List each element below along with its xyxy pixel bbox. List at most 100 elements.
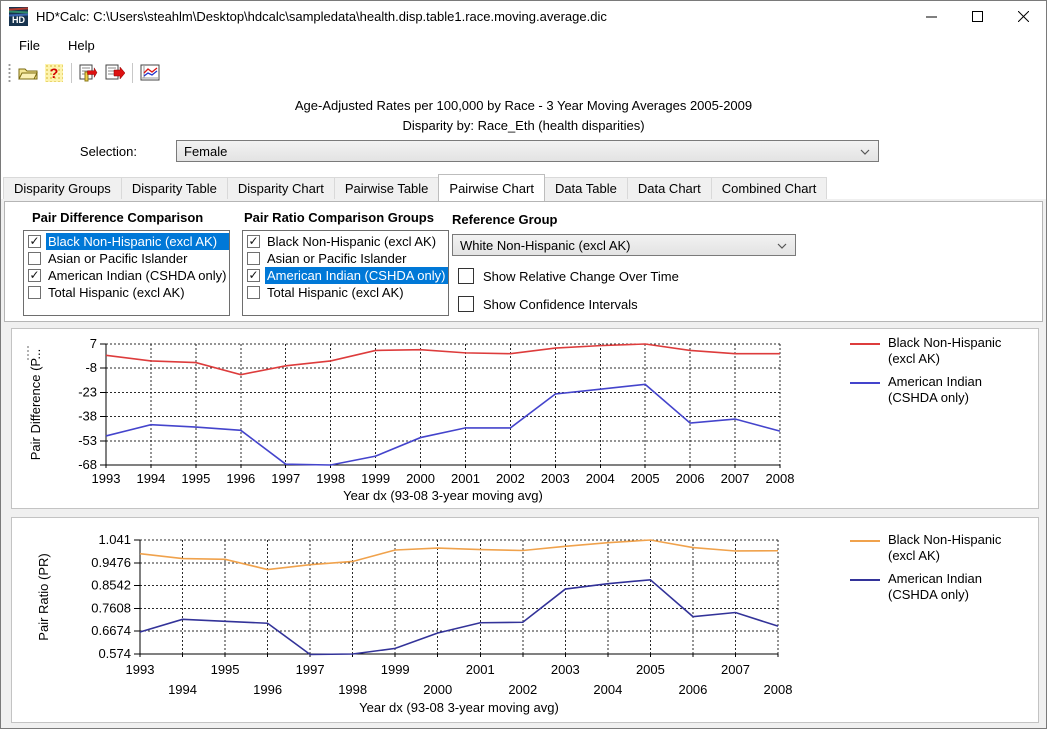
svg-text:2004: 2004 <box>586 471 615 486</box>
open-folder-icon <box>18 65 38 81</box>
tab-disparity-groups[interactable]: Disparity Groups <box>3 177 122 200</box>
svg-text:-23: -23 <box>78 384 97 399</box>
chart-button[interactable] <box>138 61 162 85</box>
list-item[interactable]: ✓ Asian or Pacific Islander <box>24 250 229 267</box>
svg-text:1995: 1995 <box>181 471 210 486</box>
svg-text:2000: 2000 <box>423 682 452 697</box>
legend-entry: Black Non-Hispanic (excl AK) <box>850 532 1035 564</box>
checkbox-icon[interactable]: ✓ <box>28 252 41 265</box>
pair-difference-chart-panel: 1993199419951996199719981999200020012002… <box>11 328 1039 509</box>
tab-pairwise-table[interactable]: Pairwise Table <box>334 177 440 200</box>
tab-data-table[interactable]: Data Table <box>544 177 628 200</box>
export-report-button[interactable] <box>103 61 127 85</box>
list-item-label: Total Hispanic (excl AK) <box>46 284 229 301</box>
list-item[interactable]: ✓ Total Hispanic (excl AK) <box>243 284 448 301</box>
svg-text:2006: 2006 <box>676 471 705 486</box>
list-item-label: Black Non-Hispanic (excl AK) <box>265 233 448 250</box>
checkbox-icon[interactable]: ✓ <box>458 296 474 312</box>
svg-text:1997: 1997 <box>296 662 325 677</box>
close-button[interactable] <box>1000 1 1046 31</box>
legend-label: Black Non-Hispanic (excl AK) <box>888 335 1028 367</box>
confidence-intervals-option[interactable]: ✓ Show Confidence Intervals <box>458 296 638 312</box>
relative-change-option[interactable]: ✓ Show Relative Change Over Time <box>458 268 679 284</box>
svg-text:1999: 1999 <box>361 471 390 486</box>
svg-text:Pair Difference (P...: Pair Difference (P... <box>28 349 43 461</box>
list-item-label: American Indian (CSHDA only) <box>265 267 448 284</box>
svg-text:0.8542: 0.8542 <box>91 578 131 593</box>
export-table-button[interactable] <box>77 61 101 85</box>
legend-line-swatch <box>850 579 880 581</box>
tab-pairwise-chart[interactable]: Pairwise Chart <box>438 174 545 201</box>
svg-text:1996: 1996 <box>226 471 255 486</box>
checkbox-icon[interactable]: ✓ <box>28 286 41 299</box>
export-table-icon <box>79 64 99 82</box>
list-item[interactable]: ✓ Total Hispanic (excl AK) <box>24 284 229 301</box>
svg-text:1993: 1993 <box>126 662 155 677</box>
selection-dropdown[interactable]: Female <box>176 140 879 162</box>
legend-label: Black Non-Hispanic (excl AK) <box>888 532 1028 564</box>
svg-text:1998: 1998 <box>338 682 367 697</box>
checkbox-icon[interactable]: ✓ <box>247 269 260 282</box>
list-item[interactable]: ✓ Asian or Pacific Islander <box>243 250 448 267</box>
svg-text:1997: 1997 <box>271 471 300 486</box>
window-title: HD*Calc: C:\Users\steahlm\Desktop\hdcalc… <box>36 9 607 24</box>
svg-text:1995: 1995 <box>211 662 240 677</box>
checkbox-icon[interactable]: ✓ <box>247 286 260 299</box>
svg-text:1998: 1998 <box>316 471 345 486</box>
svg-text:2004: 2004 <box>593 682 622 697</box>
pair-difference-group-label: Pair Difference Comparison <box>32 210 234 225</box>
checkbox-label: Show Relative Change Over Time <box>483 269 679 284</box>
svg-text:-8: -8 <box>85 360 97 375</box>
pair-ratio-chart: 1993199419951996199719981999200020012002… <box>12 518 842 722</box>
list-item[interactable]: ✓ American Indian (CSHDA only) <box>24 267 229 284</box>
tab-disparity-table[interactable]: Disparity Table <box>121 177 228 200</box>
tab-data-chart[interactable]: Data Chart <box>627 177 712 200</box>
list-item-label: American Indian (CSHDA only) <box>46 267 229 284</box>
list-item-label: Total Hispanic (excl AK) <box>265 284 448 301</box>
list-item-label: Asian or Pacific Islander <box>46 250 229 267</box>
svg-text:1994: 1994 <box>168 682 197 697</box>
maximize-button[interactable] <box>954 1 1000 31</box>
svg-text:Year dx (93-08 3-year moving a: Year dx (93-08 3-year moving avg) <box>343 488 543 503</box>
open-file-button[interactable] <box>16 61 40 85</box>
help-button[interactable]: ? <box>42 61 66 85</box>
legend-line-swatch <box>850 382 880 384</box>
checkbox-icon[interactable]: ✓ <box>247 252 260 265</box>
checkbox-icon[interactable]: ✓ <box>28 269 41 282</box>
svg-text:1999: 1999 <box>381 662 410 677</box>
svg-text:2008: 2008 <box>764 682 793 697</box>
svg-text:2003: 2003 <box>541 471 570 486</box>
reference-group-value: White Non-Hispanic (excl AK) <box>460 238 631 253</box>
svg-text:1993: 1993 <box>92 471 121 486</box>
toolbar-grip[interactable] <box>7 63 12 83</box>
menu-help[interactable]: Help <box>58 34 105 57</box>
svg-text:2002: 2002 <box>496 471 525 486</box>
list-item[interactable]: ✓ American Indian (CSHDA only) <box>243 267 448 284</box>
tab-disparity-chart[interactable]: Disparity Chart <box>227 177 335 200</box>
pair-ratio-list[interactable]: ✓ Black Non-Hispanic (excl AK) ✓ Asian o… <box>242 230 449 316</box>
reference-group-dropdown[interactable]: White Non-Hispanic (excl AK) <box>452 234 796 256</box>
list-item[interactable]: ✓ Black Non-Hispanic (excl AK) <box>24 233 229 250</box>
pair-difference-list[interactable]: ✓ Black Non-Hispanic (excl AK) ✓ Asian o… <box>23 230 230 316</box>
list-item[interactable]: ✓ Black Non-Hispanic (excl AK) <box>243 233 448 250</box>
minimize-button[interactable] <box>908 1 954 31</box>
tab-combined-chart[interactable]: Combined Chart <box>711 177 828 200</box>
tab-bar: Disparity Groups Disparity Table Dispari… <box>3 175 1046 200</box>
checkbox-icon[interactable]: ✓ <box>458 268 474 284</box>
menu-bar: File Help <box>1 31 1046 59</box>
svg-text:2007: 2007 <box>721 662 750 677</box>
svg-text:0.7608: 0.7608 <box>91 600 131 615</box>
svg-text:Year dx (93-08 3-year moving a: Year dx (93-08 3-year moving avg) <box>359 700 559 715</box>
tab-content: Pair Difference Comparison ✓ Black Non-H… <box>1 199 1046 728</box>
menu-file[interactable]: File <box>9 34 50 57</box>
svg-text:2008: 2008 <box>766 471 795 486</box>
checkbox-icon[interactable]: ✓ <box>247 235 260 248</box>
svg-text:2006: 2006 <box>678 682 707 697</box>
checkbox-icon[interactable]: ✓ <box>28 235 41 248</box>
pair-ratio-group-label: Pair Ratio Comparison Groups <box>244 210 450 225</box>
selection-label: Selection: <box>1 144 137 159</box>
app-icon: HD <box>9 7 28 26</box>
page-subtitle: Disparity by: Race_Eth (health dispariti… <box>1 118 1046 133</box>
svg-text:-68: -68 <box>78 457 97 472</box>
reference-group-label: Reference Group <box>452 212 557 227</box>
